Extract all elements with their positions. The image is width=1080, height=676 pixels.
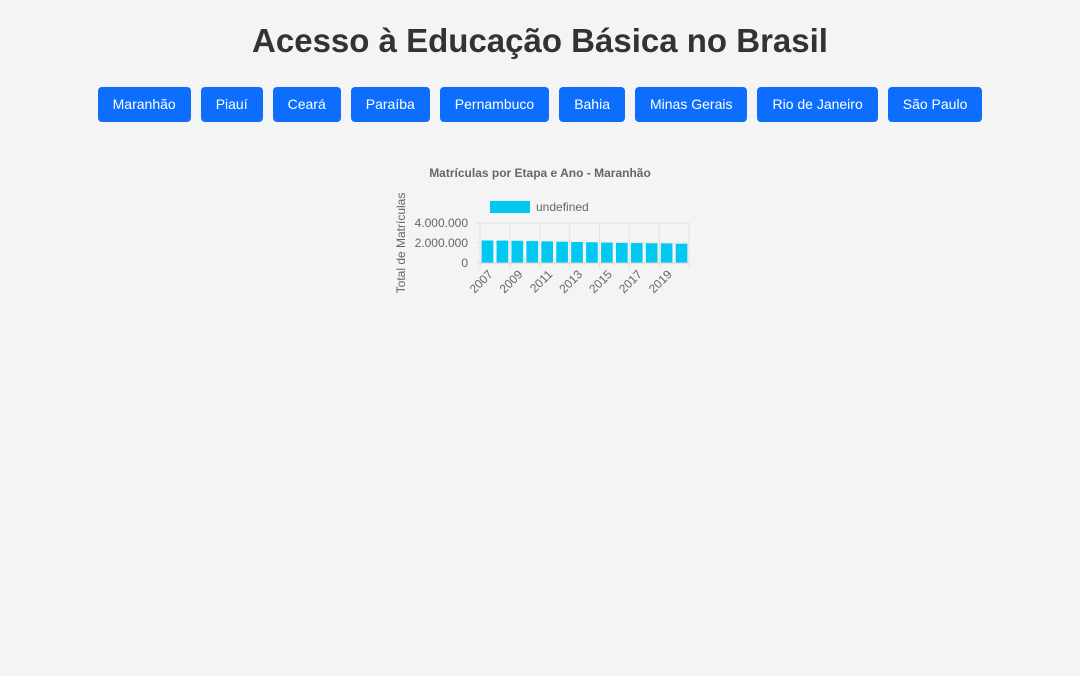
x-tick-label: 2019 <box>646 267 675 296</box>
bar-2007 <box>481 240 494 263</box>
bar-2010 <box>526 241 539 263</box>
bar-2017 <box>630 243 643 263</box>
bar-2012 <box>556 241 568 263</box>
state-button-paraiba[interactable]: Paraíba <box>350 87 430 122</box>
state-button-sao-paulo[interactable]: São Paulo <box>887 87 983 122</box>
chart-canvas: Matrículas por Etapa e Ano - Maranhão und… <box>394 166 690 296</box>
page-title: Acesso à Educação Básica no Brasil <box>252 22 828 59</box>
state-button-bar: Maranhão Piauí Ceará Paraíba Pernambuco … <box>0 87 1080 122</box>
state-button-maranhao[interactable]: Maranhão <box>97 87 191 122</box>
legend-label: undefined <box>536 200 589 214</box>
x-tick-label: 2011 <box>527 267 555 295</box>
state-button-rio-de-janeiro[interactable]: Rio de Janeiro <box>757 87 878 122</box>
bar-2013 <box>571 242 583 263</box>
bar-2019 <box>660 243 673 263</box>
enrollment-chart[interactable]: Matrículas por Etapa e Ano - Maranhão und… <box>390 160 690 310</box>
legend-swatch <box>490 201 530 213</box>
state-button-ceara[interactable]: Ceará <box>272 87 341 122</box>
bar-2014 <box>586 242 598 263</box>
y-tick-label: 4.000.000 <box>415 216 469 230</box>
x-tick-label: 2017 <box>616 267 645 296</box>
state-button-bahia[interactable]: Bahia <box>559 87 625 122</box>
state-button-piaui[interactable]: Piauí <box>200 87 263 122</box>
y-axis-title: Total de Matrículas <box>394 193 408 294</box>
bar-2016 <box>615 242 628 263</box>
chart-title: Matrículas por Etapa e Ano - Maranhão <box>429 166 651 180</box>
bar-2020 <box>675 243 688 263</box>
x-tick-label: 2015 <box>586 267 615 296</box>
state-button-minas-gerais[interactable]: Minas Gerais <box>635 87 748 122</box>
bar-2011 <box>541 241 554 263</box>
bar-2018 <box>645 243 658 263</box>
bar-2008 <box>496 240 509 263</box>
bar-2015 <box>601 242 613 263</box>
x-tick-label: 2009 <box>497 267 526 296</box>
bar-2009 <box>511 240 524 263</box>
state-button-pernambuco[interactable]: Pernambuco <box>439 87 550 122</box>
y-tick-label: 2.000.000 <box>415 236 469 250</box>
y-tick-label: 0 <box>461 256 468 270</box>
x-tick-label: 2013 <box>556 267 585 296</box>
x-tick-label: 2007 <box>467 267 496 296</box>
